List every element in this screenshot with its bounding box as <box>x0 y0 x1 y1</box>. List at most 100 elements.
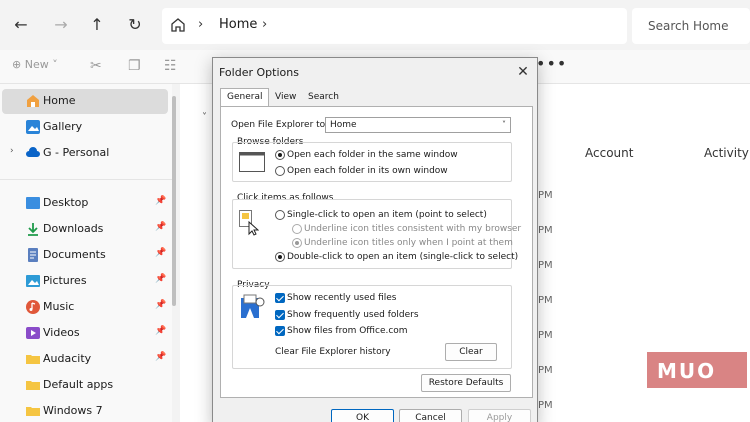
sidebar-item-home[interactable]: Home <box>2 89 168 114</box>
address-bar[interactable]: › Home › <box>162 8 627 44</box>
more-options-button[interactable]: ••• <box>536 54 567 73</box>
open-to-label: Open File Explorer to: <box>231 120 329 130</box>
sidebar-item-desktop[interactable]: Desktop 📌 <box>0 191 166 216</box>
checkbox-office-files[interactable] <box>275 326 285 336</box>
sidebar-item-videos[interactable]: Videos 📌 <box>0 321 166 346</box>
copy-icon[interactable]: ❐ <box>128 58 141 74</box>
double-click-label[interactable]: Double-click to open an item (single-cli… <box>287 252 518 262</box>
desktop-icon <box>26 197 40 209</box>
cloud-icon <box>26 147 40 157</box>
pictures-icon <box>26 275 40 287</box>
pin-icon[interactable]: 📌 <box>155 222 166 232</box>
radio-same-window[interactable] <box>275 150 285 160</box>
sidebar-divider <box>0 179 172 180</box>
pin-icon[interactable]: 📌 <box>155 274 166 284</box>
single-click-label[interactable]: Single-click to open an item (point to s… <box>287 210 487 220</box>
paste-icon[interactable]: ☷ <box>164 58 177 74</box>
sidebar-item-label: Audacity <box>43 352 92 365</box>
office-files-label[interactable]: Show files from Office.com <box>287 326 408 336</box>
pin-icon[interactable]: 📌 <box>155 248 166 258</box>
up-arrow-icon[interactable]: ↑ <box>86 14 108 36</box>
privacy-icon <box>241 294 265 318</box>
new-label: New <box>24 58 49 71</box>
radio-own-window[interactable] <box>275 166 285 176</box>
folder-icon <box>26 381 40 390</box>
pin-icon[interactable]: 📌 <box>155 196 166 206</box>
sidebar-item-pictures[interactable]: Pictures 📌 <box>0 269 166 294</box>
pin-icon[interactable]: 📌 <box>155 326 166 336</box>
cancel-button[interactable]: Cancel <box>399 409 462 422</box>
sidebar-item-windows-7[interactable]: Windows 7 <box>0 399 166 422</box>
underline-point-label[interactable]: Underline icon titles only when I point … <box>304 238 513 248</box>
ok-button[interactable]: OK <box>331 409 394 422</box>
radio-double-click[interactable] <box>275 252 285 262</box>
clear-button[interactable]: Clear <box>445 343 497 361</box>
general-tab-panel: Open File Explorer to: Home ˅ Browse fol… <box>220 106 533 398</box>
row-time: PM <box>538 190 553 201</box>
tab-view[interactable]: View <box>269 90 302 106</box>
chevron-down-icon[interactable]: ˅ <box>202 112 207 123</box>
sidebar-scrollbar[interactable] <box>172 96 176 306</box>
sidebar-item-music[interactable]: Music 📌 <box>0 295 166 320</box>
sidebar-item-label: Downloads <box>43 222 104 235</box>
row-time: PM <box>538 365 553 376</box>
tab-general[interactable]: General <box>220 88 270 107</box>
sidebar-item-gallery[interactable]: Gallery <box>0 115 166 140</box>
restore-defaults-button[interactable]: Restore Defaults <box>421 374 511 392</box>
cut-icon[interactable]: ✂ <box>90 58 102 74</box>
back-arrow-icon[interactable]: ← <box>10 14 32 36</box>
music-icon <box>26 300 40 314</box>
sidebar-item-label: Gallery <box>43 120 83 133</box>
own-window-label[interactable]: Open each folder in its own window <box>287 166 448 176</box>
recent-files-label[interactable]: Show recently used files <box>287 293 397 303</box>
radio-underline-point[interactable] <box>292 238 302 248</box>
sidebar-item-default-apps[interactable]: Default apps <box>0 373 166 398</box>
checkbox-recent-files[interactable] <box>275 293 285 303</box>
row-time: PM <box>538 225 553 236</box>
sidebar-item-label: Pictures <box>43 274 87 287</box>
chevron-right-icon: › <box>198 17 204 32</box>
close-icon[interactable]: ✕ <box>513 62 533 82</box>
checkbox-frequent-folders[interactable] <box>275 310 285 320</box>
new-button[interactable]: ⊕ New ˅ <box>12 58 58 71</box>
breadcrumb-home[interactable]: Home <box>219 17 257 32</box>
sidebar-item-documents[interactable]: Documents 📌 <box>0 243 166 268</box>
dialog-title: Folder Options <box>219 66 299 79</box>
apply-button[interactable]: Apply <box>468 409 531 422</box>
sidebar-item-onedrive[interactable]: › G - Personal <box>0 141 166 166</box>
forward-arrow-icon[interactable]: → <box>50 14 72 36</box>
underline-consistent-label[interactable]: Underline icon titles consistent with my… <box>304 224 521 234</box>
same-window-label[interactable]: Open each folder in the same window <box>287 150 458 160</box>
tab-search[interactable]: Search <box>302 90 345 106</box>
download-icon <box>28 223 38 236</box>
refresh-icon[interactable]: ↻ <box>124 14 146 36</box>
column-header-activity[interactable]: Activity <box>704 146 749 160</box>
row-time: PM <box>538 330 553 341</box>
column-header-account[interactable]: Account <box>585 146 633 160</box>
chevron-right-icon[interactable]: › <box>10 146 14 156</box>
home-icon <box>27 95 39 107</box>
explorer-topbar: ← → ↑ ↻ › Home › Search Home <box>0 0 750 50</box>
row-time: PM <box>538 295 553 306</box>
open-to-select[interactable]: Home ˅ <box>325 117 511 133</box>
radio-underline-consistent[interactable] <box>292 224 302 234</box>
pin-icon[interactable]: 📌 <box>155 352 166 362</box>
folder-icon <box>26 355 40 364</box>
frequent-folders-label[interactable]: Show frequently used folders <box>287 310 419 320</box>
sidebar-item-audacity[interactable]: Audacity 📌 <box>0 347 166 372</box>
open-to-value: Home <box>330 120 357 130</box>
watermark-text: MUO <box>657 359 717 383</box>
click-cursor-icon <box>239 210 259 236</box>
videos-icon <box>26 327 40 339</box>
search-box[interactable]: Search Home <box>632 8 750 44</box>
sidebar-item-label: Documents <box>43 248 106 261</box>
search-input[interactable]: Search Home <box>648 19 728 33</box>
chevron-right-icon[interactable]: › <box>262 17 267 32</box>
clear-history-label: Clear File Explorer history <box>275 347 391 357</box>
sidebar-item-label: G - Personal <box>43 146 110 159</box>
home-icon[interactable] <box>170 17 186 33</box>
window-preview-icon <box>239 152 265 172</box>
sidebar-item-downloads[interactable]: Downloads 📌 <box>0 217 166 242</box>
pin-icon[interactable]: 📌 <box>155 300 166 310</box>
radio-single-click[interactable] <box>275 210 285 220</box>
